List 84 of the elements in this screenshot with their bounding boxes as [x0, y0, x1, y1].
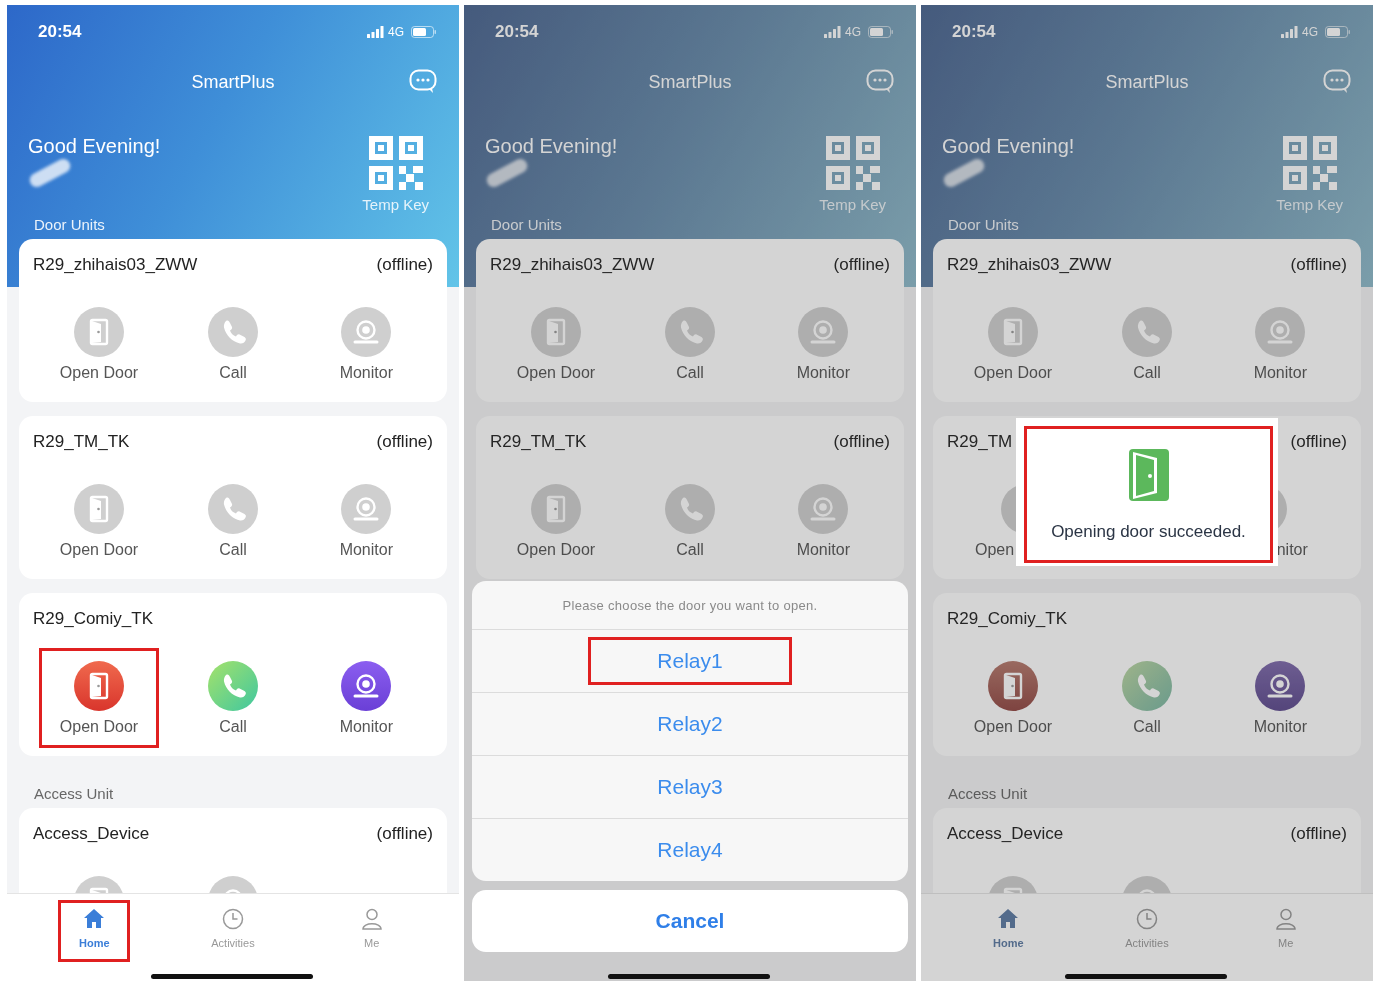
signal-icon	[367, 26, 384, 38]
chat-bubble-icon[interactable]	[409, 69, 437, 94]
section-title: Door Units	[947, 215, 1020, 235]
signal-icon	[1281, 26, 1298, 38]
app-title: SmartPlus	[648, 71, 732, 93]
device-status: (offline)	[376, 823, 433, 845]
section-title: Door Units	[490, 215, 563, 235]
door-icon	[1126, 447, 1171, 503]
app-title: SmartPlus	[1105, 71, 1189, 93]
section-title: Access Unit	[947, 784, 1029, 804]
qr-code-icon	[368, 136, 423, 190]
relay-option[interactable]: Relay1	[472, 629, 908, 692]
device-status: (offline)	[376, 431, 433, 453]
open-door-button[interactable]: Open Door	[496, 471, 616, 571]
home-tab[interactable]: Home	[972, 900, 1045, 962]
greeting-text: Good Evening!	[942, 134, 1075, 158]
section-title: Access Unit	[33, 784, 115, 804]
device-name: R29_TM_TK	[490, 431, 587, 453]
open-door-button[interactable]: Open Door	[953, 648, 1073, 748]
battery-icon	[411, 26, 437, 38]
call-button[interactable]: Call	[630, 294, 750, 394]
battery-icon	[868, 26, 894, 38]
app-title: SmartPlus	[191, 71, 275, 93]
status-time: 20:54	[38, 22, 82, 42]
call-button[interactable]: Call	[173, 648, 293, 748]
section-title: Door Units	[33, 215, 106, 235]
device-status: (offline)	[376, 254, 433, 276]
device-name: R29_zhihais03_ZWW	[33, 254, 198, 276]
device-name: R29_zhihais03_ZWW	[490, 254, 655, 276]
greeting-text: Good Evening!	[485, 134, 618, 158]
monitor-button[interactable]: Monitor	[763, 471, 884, 571]
home-tab[interactable]: Home	[58, 900, 131, 962]
greeting-text: Good Evening!	[28, 134, 161, 158]
network-label: 4G	[388, 26, 404, 38]
device-status: (offline)	[833, 254, 890, 276]
qr-code-icon	[825, 136, 880, 190]
cancel-button[interactable]: Cancel	[472, 890, 908, 952]
monitor-button[interactable]: Monitor	[1220, 648, 1341, 748]
open-door-button[interactable]: Open Door	[953, 294, 1073, 394]
call-button[interactable]: Call	[1087, 648, 1207, 748]
monitor-button[interactable]: Monitor	[306, 648, 427, 748]
device-status: (offline)	[1290, 254, 1347, 276]
device-name: Access_Device	[947, 823, 1064, 845]
network-label: 4G	[845, 26, 861, 38]
signal-icon	[824, 26, 841, 38]
device-status: (offline)	[1290, 823, 1347, 845]
relay-option[interactable]: Relay2	[472, 692, 908, 755]
relay-option[interactable]: Relay3	[472, 755, 908, 818]
chat-bubble-icon[interactable]	[1323, 69, 1351, 94]
status-time: 20:54	[952, 22, 996, 42]
call-button[interactable]: Call	[1087, 294, 1207, 394]
chat-bubble-icon[interactable]	[866, 69, 894, 94]
activities-tab[interactable]: Activities	[197, 900, 269, 962]
relay-option[interactable]: Relay4	[472, 818, 908, 881]
network-label: 4G	[1302, 26, 1318, 38]
call-button[interactable]: Call	[630, 471, 750, 571]
device-name: R29_Comiy_TK	[947, 608, 1067, 630]
monitor-button[interactable]: Monitor	[1220, 294, 1341, 394]
toast-message: Opening door succeeded.	[1051, 521, 1246, 543]
device-name: R29_zhihais03_ZWW	[947, 254, 1112, 276]
device-name: Access_Device	[33, 823, 150, 845]
open-door-button[interactable]: Open Door	[39, 294, 159, 394]
device-status: (offline)	[833, 431, 890, 453]
call-button[interactable]: Call	[173, 294, 293, 394]
clock-icon	[1135, 907, 1159, 931]
call-button[interactable]: Call	[173, 471, 293, 571]
open-door-button[interactable]: Open Door	[496, 294, 616, 394]
monitor-button[interactable]: Monitor	[306, 294, 427, 394]
device-status: (offline)	[1290, 431, 1347, 453]
qr-code-icon	[1282, 136, 1337, 190]
monitor-button[interactable]: Monitor	[306, 471, 427, 571]
monitor-button[interactable]: Monitor	[763, 294, 884, 394]
person-icon	[1273, 907, 1298, 931]
me-tab[interactable]: Me	[335, 900, 408, 962]
open-door-button[interactable]: Open Door	[39, 648, 159, 748]
device-name: R29_TM	[947, 431, 1013, 453]
status-time: 20:54	[495, 22, 539, 42]
battery-icon	[1325, 26, 1351, 38]
device-name: R29_Comiy_TK	[33, 608, 153, 630]
sheet-message: Please choose the door you want to open.	[561, 596, 819, 615]
person-icon	[359, 907, 384, 931]
device-name: R29_TM_TK	[33, 431, 130, 453]
clock-icon	[221, 907, 245, 931]
open-door-button[interactable]: Open Door	[39, 471, 159, 571]
